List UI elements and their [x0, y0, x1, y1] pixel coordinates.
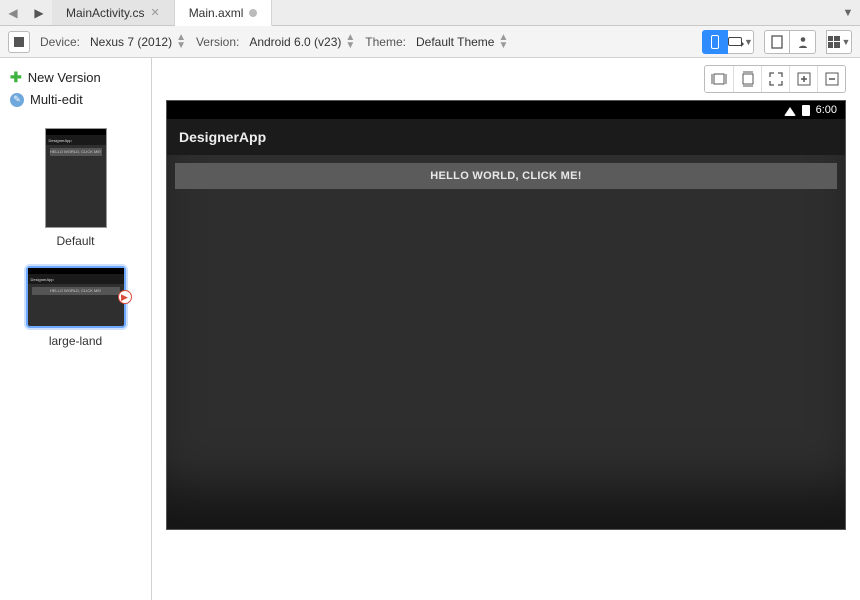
android-statusbar: 6:00: [167, 101, 845, 119]
device-picker[interactable]: Nexus 7 (2012) ▲▼: [90, 34, 186, 50]
zoom-in-button[interactable]: [789, 66, 817, 92]
thumbnail-default: DesignerApp HELLO WORLD, CLICK ME!: [45, 128, 107, 228]
fit-vertical-icon: [741, 71, 755, 87]
version-value: Android 6.0 (v23): [249, 35, 341, 49]
theme-value: Default Theme: [416, 35, 495, 49]
grid-icon: [828, 36, 840, 48]
fit-height-button[interactable]: [733, 66, 761, 92]
zoom-in-icon: [797, 72, 811, 86]
fit-horizontal-icon: [711, 72, 727, 86]
person-icon: [796, 35, 810, 49]
battery-icon: [802, 105, 810, 116]
render-group: [764, 30, 816, 54]
canvas-toolbar: [166, 58, 846, 100]
device-value: Nexus 7 (2012): [90, 35, 172, 49]
layout-variants-sidebar: ✚ New Version ✎ Multi-edit DesignerApp H…: [0, 58, 152, 600]
expand-icon: [769, 72, 783, 86]
new-version-label: New Version: [28, 70, 101, 85]
layout-mode-button[interactable]: [8, 31, 30, 53]
warning-badge-icon[interactable]: ▶: [118, 290, 132, 304]
hello-button-label: HELLO WORLD, CLICK ME!: [430, 170, 581, 182]
tab-mainactivity[interactable]: MainActivity.cs ✕: [52, 0, 175, 25]
theme-label: Theme:: [365, 35, 406, 49]
hello-button[interactable]: HELLO WORLD, CLICK ME!: [175, 163, 837, 189]
zoom-out-icon: [825, 72, 839, 86]
thumbnail-large-land: DesignerApp HELLO WORLD, CLICK ME!: [26, 266, 126, 328]
designer-toolbar: Device: Nexus 7 (2012) ▲▼ Version: Andro…: [0, 26, 860, 58]
tab-label: MainActivity.cs: [66, 6, 144, 20]
variant-default[interactable]: DesignerApp HELLO WORLD, CLICK ME! Defau…: [0, 128, 151, 248]
landscape-button[interactable]: ▼: [728, 30, 754, 54]
zoom-out-button[interactable]: [817, 66, 845, 92]
plus-icon: ✚: [10, 69, 22, 86]
grid-button[interactable]: ▼: [826, 30, 852, 54]
tab-label: Main.axml: [189, 6, 244, 20]
phone-landscape-icon: [728, 37, 742, 46]
grid-group: ▼: [826, 30, 852, 54]
editor-tabbar: ◀ ▶ MainActivity.cs ✕ Main.axml ▼: [0, 0, 860, 26]
portrait-button[interactable]: [702, 30, 728, 54]
orientation-group: ▼: [702, 30, 754, 54]
phone-portrait-icon: [711, 35, 719, 49]
variant-large-land[interactable]: DesignerApp HELLO WORLD, CLICK ME! ▶ lar…: [0, 266, 151, 348]
fullscreen-button[interactable]: [761, 66, 789, 92]
status-time: 6:00: [816, 104, 837, 116]
designer-canvas-zone: 6:00 DesignerApp HELLO WORLD, CLICK ME!: [152, 58, 860, 600]
render-person-button[interactable]: [790, 30, 816, 54]
new-version-button[interactable]: ✚ New Version: [0, 66, 151, 89]
app-actionbar: DesignerApp: [167, 119, 845, 155]
render-normal-button[interactable]: [764, 30, 790, 54]
pencil-icon: ✎: [10, 93, 24, 107]
document-outline-icon: [770, 35, 784, 49]
nav-forward-icon[interactable]: ▶: [26, 0, 52, 25]
dirty-indicator-icon: [249, 9, 257, 17]
close-icon[interactable]: ✕: [150, 6, 159, 19]
fit-width-button[interactable]: [705, 66, 733, 92]
device-label: Device:: [40, 35, 80, 49]
wifi-icon: [784, 107, 796, 116]
version-picker[interactable]: Android 6.0 (v23) ▲▼: [249, 34, 355, 50]
variant-large-land-label: large-land: [0, 334, 151, 348]
version-label: Version:: [196, 35, 239, 49]
nav-back-icon[interactable]: ◀: [0, 0, 26, 25]
device-preview[interactable]: 6:00 DesignerApp HELLO WORLD, CLICK ME!: [166, 100, 846, 530]
multi-edit-label: Multi-edit: [30, 92, 83, 107]
multi-edit-button[interactable]: ✎ Multi-edit: [0, 89, 151, 110]
tab-main-axml[interactable]: Main.axml: [175, 0, 273, 26]
main-area: ✚ New Version ✎ Multi-edit DesignerApp H…: [0, 58, 860, 600]
app-title: DesignerApp: [179, 129, 266, 145]
theme-picker[interactable]: Default Theme ▲▼: [416, 34, 508, 50]
variant-default-label: Default: [0, 234, 151, 248]
tab-overflow-icon[interactable]: ▼: [836, 0, 860, 25]
